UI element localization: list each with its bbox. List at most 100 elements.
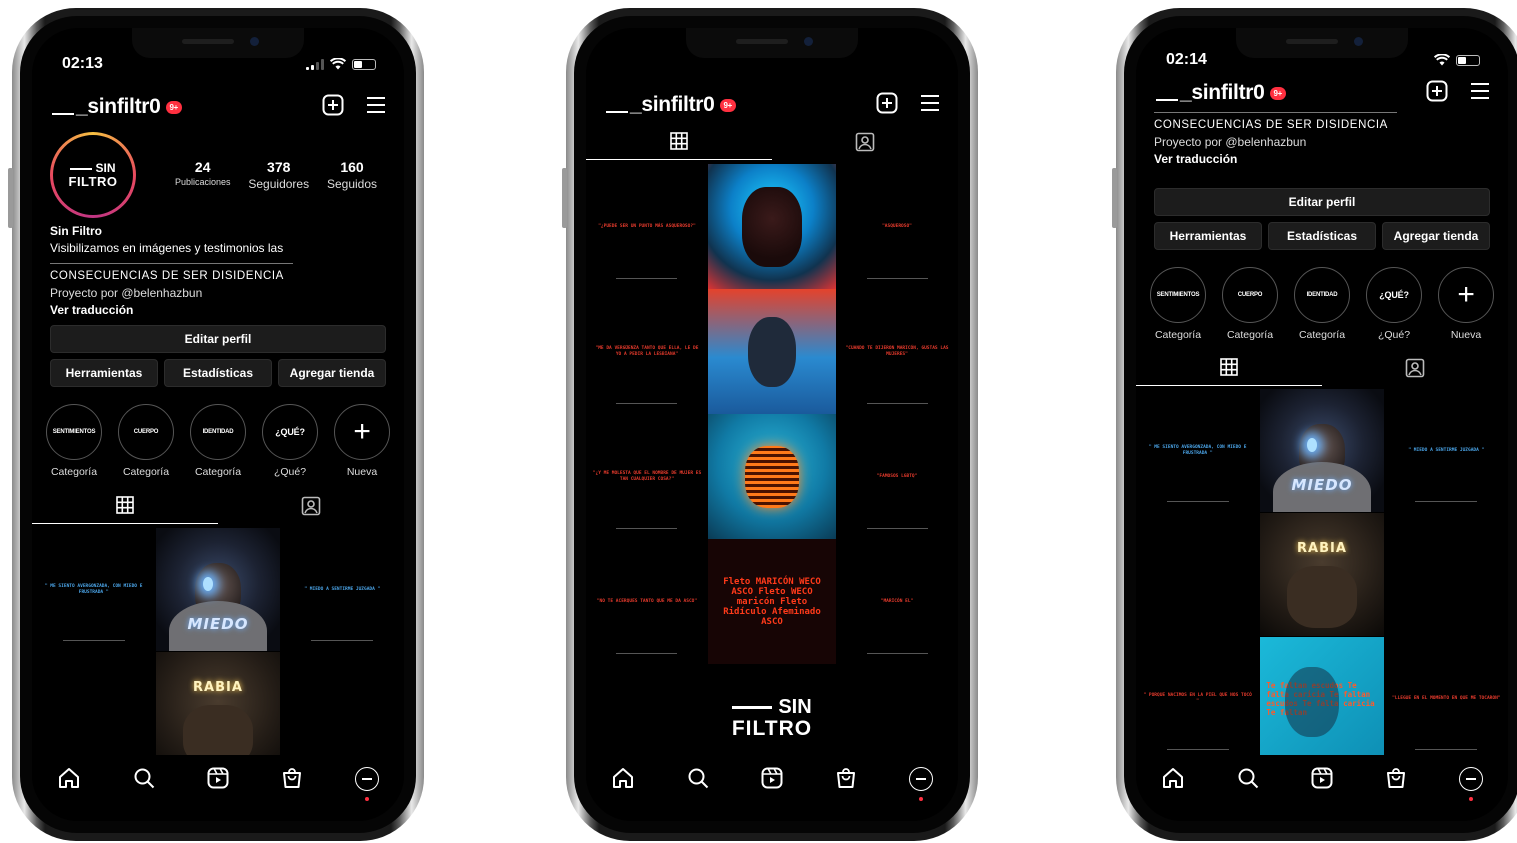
username-switcher[interactable]: _sinfiltr0 9+	[1156, 81, 1287, 105]
search-icon	[1237, 767, 1259, 794]
tagged-icon	[1405, 358, 1425, 383]
username-switcher[interactable]: _sinfiltr0 9+	[52, 95, 183, 119]
stat-posts[interactable]: 24 Publicaciones	[175, 159, 231, 191]
post-tile[interactable]: "NO TE ACERQUES TANTO QUE ME DA ASCO"	[586, 539, 708, 664]
post-tile[interactable]: MIEDO	[1260, 389, 1384, 512]
new-highlight-button[interactable]: + Nueva	[330, 404, 394, 478]
nav-profile[interactable]	[903, 767, 939, 801]
post-tile[interactable]: MIEDO	[156, 528, 280, 651]
nav-home[interactable]	[605, 767, 641, 794]
menu-icon[interactable]	[920, 94, 940, 117]
tools-button[interactable]: Herramientas	[50, 359, 158, 387]
phone-right: 02:14 _sinfiltr0 9+ CONSECUENCIAS DE SER…	[1112, 8, 1517, 841]
nav-shop[interactable]	[274, 767, 310, 794]
posts-grid: "¿PUEDE SER UN PUNTO MÁS ASQUEROSO?" "AS…	[586, 164, 958, 664]
nav-search[interactable]	[1230, 767, 1266, 794]
see-translation-link[interactable]: Ver traducción	[50, 302, 386, 319]
highlight-sentimientos[interactable]: SENTIMIENTOS Categoría	[42, 404, 106, 478]
tab-tagged[interactable]	[218, 492, 404, 524]
highlight-identidad[interactable]: IDENTIDAD Categoría	[186, 404, 250, 478]
nav-profile[interactable]	[349, 767, 385, 801]
post-tile[interactable]: "FAMOSOS LGBTQ"	[836, 414, 958, 539]
highlight-que[interactable]: ¿QUÉ? ¿Qué?	[1362, 267, 1426, 341]
shop-icon	[1385, 767, 1407, 794]
post-tile[interactable]: " MIEDO A SENTIRME JUZGADA "	[280, 528, 404, 651]
bio-credit: Proyecto por @belenhazbun	[1154, 135, 1307, 149]
post-tile[interactable]: "¿PUEDE SER UN PUNTO MÁS ASQUEROSO?"	[586, 164, 708, 289]
post-tile[interactable]: "ME DA VERGÜENZA TANTO QUE ELLA, LE DE Y…	[586, 289, 708, 414]
post-tile[interactable]: RABIA	[1260, 513, 1384, 636]
highlight-sentimientos[interactable]: SENTIMIENTOS Categoría	[1146, 267, 1210, 341]
new-post-icon[interactable]	[876, 92, 898, 119]
tab-grid[interactable]	[586, 128, 772, 160]
grid-icon	[670, 132, 688, 155]
activity-dot	[1468, 797, 1473, 801]
post-tile[interactable]: "CUANDO TE DIJERON MARICÓN, GUSTAS LAS M…	[836, 289, 958, 414]
post-tile[interactable]: " PORQUE NACIMOS EN LA PIEL QUE NOS TOCÓ…	[1136, 637, 1260, 760]
battery-icon	[352, 58, 376, 70]
tools-button[interactable]: Herramientas	[1154, 222, 1262, 250]
stat-following[interactable]: 160 Seguidos	[327, 159, 377, 191]
nav-shop[interactable]	[828, 767, 864, 794]
username-switcher[interactable]: _sinfiltr0 9+	[606, 93, 737, 117]
activity-dot	[364, 797, 369, 801]
nav-home[interactable]	[1155, 767, 1191, 794]
post-tile[interactable]	[707, 164, 837, 289]
nav-reels[interactable]	[754, 767, 790, 794]
insights-button[interactable]: Estadísticas	[1268, 222, 1376, 250]
new-post-icon[interactable]	[1426, 80, 1448, 107]
nav-shop[interactable]	[1378, 767, 1414, 794]
post-tile[interactable]: "LLEGUE EN EL MOMENTO EN QUE ME TOCARON"	[1384, 637, 1508, 760]
nav-search[interactable]	[680, 767, 716, 794]
post-tile[interactable]: " MIEDO A SENTIRME JUZGADA "	[1384, 389, 1508, 512]
post-tile[interactable]: "MARICÓN EL"	[836, 539, 958, 664]
new-highlight-button[interactable]: + Nueva	[1434, 267, 1498, 341]
post-tile[interactable]: " ME SIENTO AVERGONZADA, CON MIEDO E FRU…	[32, 528, 156, 651]
add-shop-button[interactable]: Agregar tienda	[1382, 222, 1490, 250]
highlight-que[interactable]: ¿QUÉ? ¿Qué?	[258, 404, 322, 478]
post-tile[interactable]: Te faltan escudos Te falta caricia Te fa…	[1260, 637, 1384, 760]
nav-home[interactable]	[51, 767, 87, 794]
battery-icon	[1456, 54, 1480, 66]
add-shop-button[interactable]: Agregar tienda	[278, 359, 386, 387]
profile-icon	[1458, 767, 1483, 791]
highlight-cuerpo[interactable]: CUERPO Categoría	[1218, 267, 1282, 341]
stat-followers[interactable]: 378 Seguidores	[248, 159, 309, 191]
nav-search[interactable]	[126, 767, 162, 794]
profile-bio: Sin Filtro Visibilizamos en imágenes y t…	[50, 223, 386, 319]
nav-reels[interactable]	[1304, 767, 1340, 794]
screen-right: 02:14 _sinfiltr0 9+ CONSECUENCIAS DE SER…	[1136, 28, 1508, 821]
new-post-icon[interactable]	[322, 94, 344, 121]
avatar[interactable]: SIN FILTRO	[50, 132, 136, 218]
story-highlights: SENTIMIENTOS Categoría CUERPO Categoría ID…	[1146, 267, 1498, 341]
nav-profile[interactable]	[1453, 767, 1489, 801]
highlight-cuerpo[interactable]: CUERPO Categoría	[114, 404, 178, 478]
edit-profile-button[interactable]: Editar perfil	[1154, 188, 1490, 216]
highlight-identidad[interactable]: IDENTIDAD Categoría	[1290, 267, 1354, 341]
see-translation-link[interactable]: Ver traducción	[1154, 151, 1490, 168]
profile-tabs	[586, 128, 958, 160]
menu-icon[interactable]	[366, 96, 386, 119]
nav-reels[interactable]	[200, 767, 236, 794]
bio-caps: CONSECUENCIAS DE SER DISIDENCIA	[50, 270, 284, 282]
post-tile[interactable]: "ASQUEROSO"	[836, 164, 958, 289]
tab-tagged[interactable]	[1322, 354, 1508, 386]
edit-profile-button[interactable]: Editar perfil	[50, 325, 386, 353]
grid-icon	[1220, 358, 1238, 381]
menu-icon[interactable]	[1470, 82, 1490, 105]
post-tile[interactable]	[707, 414, 837, 539]
profile-actions: Herramientas Estadísticas Agregar tienda	[50, 359, 386, 387]
wifi-icon	[330, 58, 346, 70]
post-tile[interactable]	[707, 289, 837, 414]
tab-grid[interactable]	[1136, 354, 1322, 386]
post-tile[interactable]: "¿Y ME MOLESTA QUE EL NOMBRE DE MUJER ES…	[586, 414, 708, 539]
post-tile[interactable]: " ME SIENTO AVERGONZADA, CON MIEDO E FRU…	[1136, 389, 1260, 512]
tab-grid[interactable]	[32, 492, 218, 524]
post-tile[interactable]: Fleto MARICÓN WECO ASCO Fleto WECO maric…	[707, 539, 837, 664]
status-time: 02:14	[1166, 51, 1207, 68]
tab-tagged[interactable]	[772, 128, 958, 160]
insights-button[interactable]: Estadísticas	[164, 359, 272, 387]
posts-grid: " ME SIENTO AVERGONZADA, CON MIEDO E FRU…	[32, 528, 404, 775]
posts-grid: " ME SIENTO AVERGONZADA, CON MIEDO E FRU…	[1136, 389, 1508, 760]
bottom-nav	[1136, 755, 1508, 821]
